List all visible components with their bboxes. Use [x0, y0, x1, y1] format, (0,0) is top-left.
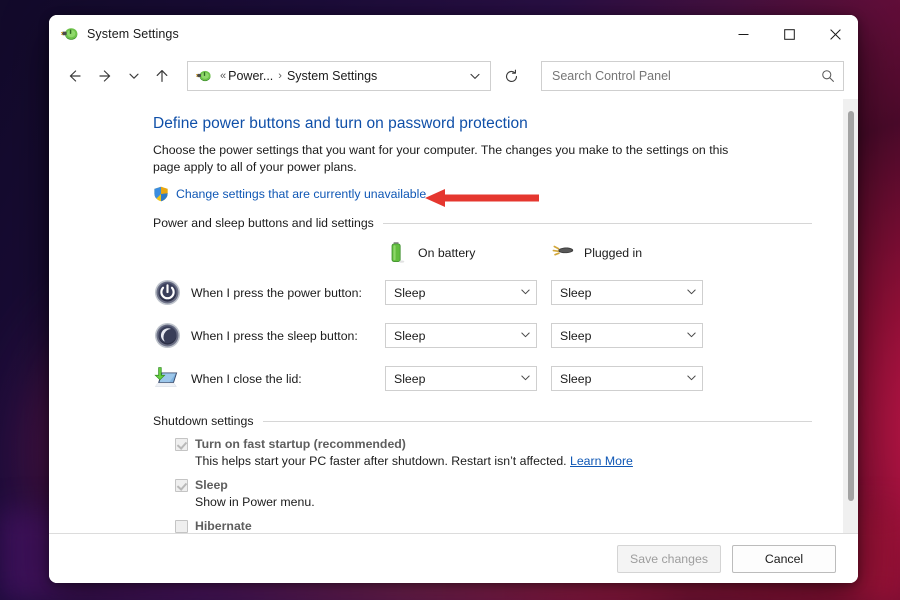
dropdown-value: Sleep	[560, 371, 592, 386]
power-button-icon	[153, 279, 181, 307]
laptop-lid-icon	[153, 365, 181, 393]
chevron-down-icon	[520, 286, 531, 300]
checkbox-row-fast-startup[interactable]: Turn on fast startup (recommended)	[153, 437, 812, 451]
cancel-button[interactable]: Cancel	[732, 544, 836, 573]
column-header-plugged-in-label: Plugged in	[584, 246, 643, 260]
chevron-down-icon	[686, 286, 697, 300]
window-controls	[720, 15, 858, 53]
title-bar[interactable]: System Settings	[49, 15, 858, 53]
checkbox-sub-sleep: Show in Power menu.	[195, 495, 315, 509]
breadcrumb-item-system-settings[interactable]: System Settings	[287, 69, 377, 83]
setting-label-power-button: When I press the power button:	[191, 285, 362, 300]
dropdown-value: Sleep	[560, 328, 592, 343]
checkbox-row-sleep[interactable]: Sleep	[153, 478, 812, 492]
checkbox-label-fast-startup: Turn on fast startup (recommended)	[195, 437, 406, 451]
power-buttons-group-header: Power and sleep buttons and lid settings	[153, 216, 812, 230]
chevron-down-icon	[520, 329, 531, 343]
dialog-footer: Save changes Cancel	[49, 533, 858, 583]
power-settings-icon	[61, 25, 79, 43]
setting-row-close-lid: When I close the lid: Sleep Sleep	[153, 357, 812, 400]
dropdown-sleep-button-on-battery[interactable]: Sleep	[385, 323, 537, 348]
breadcrumb-item-power[interactable]: Power...	[228, 69, 273, 83]
checkbox-sleep[interactable]	[175, 479, 188, 492]
red-left-arrow-annotation	[425, 188, 540, 213]
checkbox-label-hibernate: Hibernate	[195, 519, 252, 533]
sleep-moon-icon	[153, 322, 181, 350]
column-header-on-battery: On battery	[385, 241, 551, 265]
dropdown-value: Sleep	[560, 285, 592, 300]
search-input[interactable]	[552, 69, 821, 83]
address-power-settings-icon	[196, 68, 212, 84]
page-title: Define power buttons and turn on passwor…	[153, 115, 528, 132]
group-divider	[262, 420, 812, 422]
up-arrow-icon[interactable]	[147, 61, 177, 91]
power-buttons-group-label: Power and sleep buttons and lid settings	[153, 216, 374, 230]
dropdown-value: Sleep	[394, 328, 426, 343]
checkbox-label-sleep: Sleep	[195, 478, 228, 492]
scrollbar-thumb[interactable]	[848, 111, 854, 501]
content-area: Define power buttons and turn on passwor…	[49, 99, 858, 533]
maximize-icon[interactable]	[766, 15, 812, 53]
setting-label-close-lid: When I close the lid:	[191, 371, 302, 386]
save-changes-button[interactable]: Save changes	[617, 544, 721, 573]
search-icon[interactable]	[821, 69, 835, 83]
chevron-down-icon	[520, 372, 531, 386]
checkbox-row-hibernate[interactable]: Hibernate	[153, 519, 812, 533]
minimize-icon[interactable]	[720, 15, 766, 53]
power-plug-icon	[551, 241, 575, 265]
chevron-down-icon	[686, 329, 697, 343]
shutdown-group-label: Shutdown settings	[153, 414, 254, 428]
search-box[interactable]	[541, 61, 844, 91]
dropdown-sleep-button-plugged-in[interactable]: Sleep	[551, 323, 703, 348]
fast-startup-description: This helps start your PC faster after sh…	[195, 454, 570, 468]
setting-row-sleep-button: When I press the sleep button: Sleep Sle…	[153, 314, 812, 357]
dropdown-close-lid-on-battery[interactable]: Sleep	[385, 366, 537, 391]
system-settings-window: System Settings « Power... › System Sett…	[49, 15, 858, 583]
forward-arrow-icon[interactable]	[91, 61, 121, 91]
change-settings-link[interactable]: Change settings that are currently unava…	[176, 187, 426, 201]
checkbox-hibernate[interactable]	[175, 520, 188, 533]
shutdown-group-header: Shutdown settings	[153, 414, 812, 428]
learn-more-link[interactable]: Learn More	[570, 454, 633, 468]
setting-label-sleep-button: When I press the sleep button:	[191, 328, 358, 343]
setting-row-power-button: When I press the power button: Sleep Sle…	[153, 271, 812, 314]
dropdown-close-lid-plugged-in[interactable]: Sleep	[551, 366, 703, 391]
admin-link-row: Change settings that are currently unava…	[153, 186, 812, 207]
checkbox-fast-startup[interactable]	[175, 438, 188, 451]
breadcrumb-separator: ›	[278, 70, 282, 82]
recent-locations-chevron-down-icon[interactable]	[123, 61, 145, 91]
address-bar[interactable]: « Power... › System Settings	[187, 61, 491, 91]
dropdown-value: Sleep	[394, 371, 426, 386]
address-chevron-down-icon[interactable]	[464, 63, 486, 89]
dropdown-power-button-plugged-in[interactable]: Sleep	[551, 280, 703, 305]
page-description: Choose the power settings that you want …	[153, 143, 729, 174]
column-headers: On battery Plugged in	[153, 241, 812, 265]
dropdown-power-button-on-battery[interactable]: Sleep	[385, 280, 537, 305]
breadcrumb-overflow[interactable]: «	[218, 70, 228, 82]
vertical-scrollbar[interactable]	[842, 99, 858, 533]
back-arrow-icon[interactable]	[59, 61, 89, 91]
navigation-bar: « Power... › System Settings	[49, 53, 858, 99]
uac-shield-icon	[153, 186, 169, 202]
chevron-down-icon	[686, 372, 697, 386]
column-header-plugged-in: Plugged in	[551, 241, 717, 265]
window-title: System Settings	[87, 27, 179, 41]
battery-icon	[385, 241, 409, 265]
dropdown-value: Sleep	[394, 285, 426, 300]
column-header-on-battery-label: On battery	[418, 246, 476, 260]
group-divider	[382, 222, 812, 224]
close-icon[interactable]	[812, 15, 858, 53]
refresh-icon[interactable]	[495, 61, 527, 91]
checkbox-sub-fast-startup: This helps start your PC faster after sh…	[153, 453, 812, 469]
